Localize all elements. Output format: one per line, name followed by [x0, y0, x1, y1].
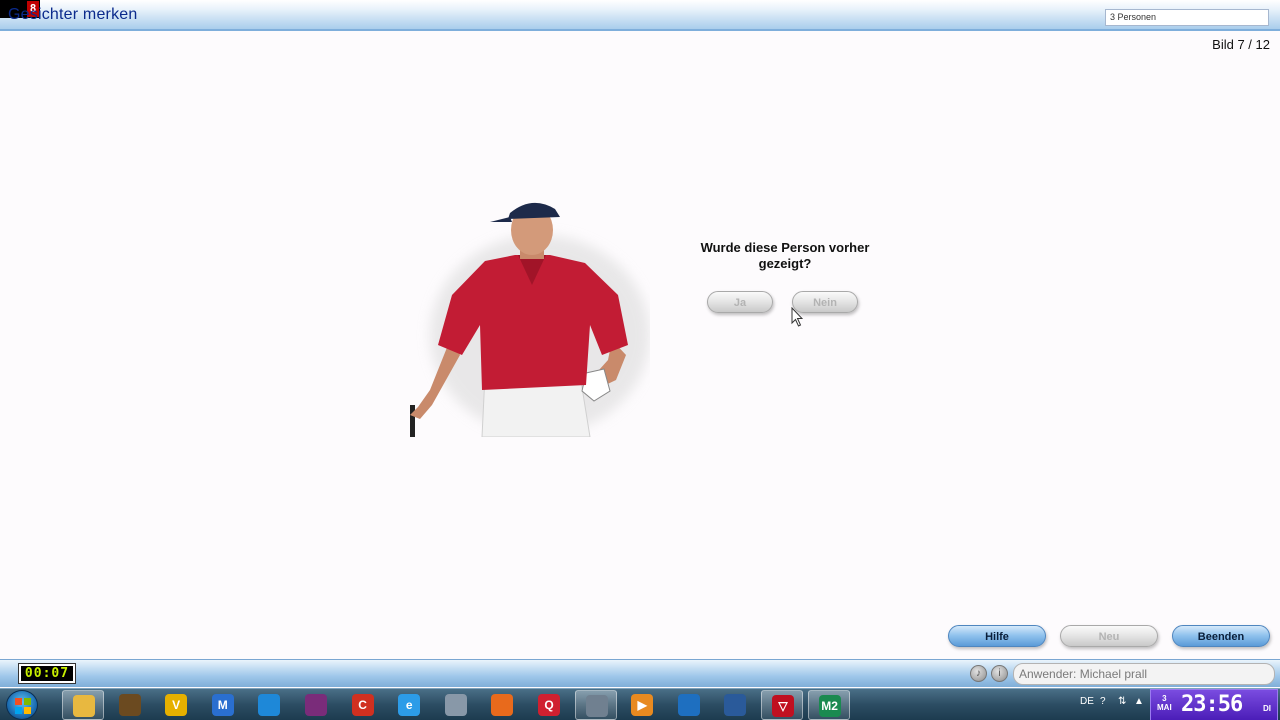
status-bar: 00:07 ♪ i Anwender: Michael prall — [0, 659, 1280, 687]
start-button[interactable] — [6, 690, 38, 720]
taskbar-item-monitor-app[interactable] — [574, 690, 617, 720]
taskbar-item-thunderbird[interactable] — [714, 690, 756, 720]
malwarebytes-icon: M — [211, 694, 234, 716]
info-icon[interactable]: i — [991, 665, 1008, 682]
fm2-icon: M2 — [818, 695, 841, 717]
winrar-icon — [305, 694, 327, 716]
person-photo — [410, 202, 650, 437]
tray-language[interactable]: DE — [1080, 696, 1094, 707]
taskbar-item-malwarebytes[interactable]: M — [202, 690, 244, 720]
shield-app-icon: ▽ — [772, 695, 794, 717]
sound-icon[interactable]: ♪ — [970, 665, 987, 682]
taskbar-clock[interactable]: 3 MAI 23:56 DI — [1150, 689, 1278, 720]
clock-time: 23:56 — [1181, 692, 1243, 717]
taskbar-item-firefox[interactable] — [481, 690, 523, 720]
files-icon — [444, 694, 467, 716]
thunderbird-icon — [724, 694, 747, 716]
quit-button[interactable]: Beenden — [1172, 625, 1270, 647]
taskbar-item-v-app[interactable]: V — [155, 690, 197, 720]
game-icon — [118, 694, 141, 716]
explorer-icon — [73, 695, 95, 717]
taskbar-item-swirl-app[interactable] — [668, 690, 710, 720]
taskbar-item-media-player[interactable]: ▶ — [621, 690, 663, 720]
taskbar-item-files[interactable] — [435, 690, 477, 720]
help-button[interactable]: Hilfe — [948, 625, 1046, 647]
app-title: Gesichter merken — [8, 6, 138, 23]
persons-select[interactable]: 3 Personen — [1105, 9, 1269, 26]
taskbar-item-game[interactable] — [109, 690, 151, 720]
windows-logo-icon — [15, 698, 31, 714]
show-hidden-icons-icon[interactable]: ▲ — [1134, 696, 1144, 707]
timer-value: 00:07 — [21, 666, 73, 681]
swirl-app-icon — [677, 694, 700, 716]
mouse-cursor-icon — [791, 307, 803, 327]
clock-date: 3 MAI — [1157, 694, 1172, 712]
internet-explorer-icon: e — [398, 694, 421, 716]
image-counter: Bild 7 / 12 — [1212, 37, 1270, 52]
clock-weekday: DI — [1263, 704, 1271, 713]
taskbar-item-remote-desktop[interactable] — [248, 690, 290, 720]
title-bar: 8 Gesichter merken 3 Personen — [0, 0, 1280, 31]
taskbar: V M Ce Q ▶ ▽ M2 DE ? ⇅ ▲ 3 MAI 23:56 DI — [0, 688, 1280, 720]
v-app-icon: V — [165, 694, 188, 716]
taskbar-item-ccleaner[interactable]: C — [342, 690, 384, 720]
taskbar-item-explorer[interactable] — [62, 690, 104, 720]
q-app-icon: Q — [538, 694, 560, 716]
taskbar-item-shield-app[interactable]: ▽ — [761, 690, 803, 720]
firefox-icon — [491, 694, 514, 716]
clock-day-number: 3 — [1162, 694, 1167, 703]
clock-month: MAI — [1157, 703, 1172, 712]
taskbar-item-internet-explorer[interactable]: e — [388, 690, 430, 720]
new-button[interactable]: Neu — [1060, 625, 1158, 647]
help-tray-icon[interactable]: ? — [1100, 696, 1106, 707]
user-field: Anwender: Michael prall — [1013, 663, 1275, 685]
question-text: Wurde diese Person vorher gezeigt? — [700, 240, 870, 271]
taskbar-item-q-app[interactable]: Q — [528, 690, 570, 720]
elapsed-timer: 00:07 — [18, 663, 76, 684]
remote-desktop-icon — [258, 694, 281, 716]
taskbar-item-winrar[interactable] — [295, 690, 337, 720]
ccleaner-icon: C — [351, 694, 374, 716]
network-tray-icon[interactable]: ⇅ — [1118, 696, 1126, 707]
media-player-icon: ▶ — [631, 694, 654, 716]
yes-button[interactable]: Ja — [707, 291, 773, 313]
taskbar-item-fm2[interactable]: M2 — [807, 690, 850, 720]
monitor-app-icon — [585, 695, 608, 717]
